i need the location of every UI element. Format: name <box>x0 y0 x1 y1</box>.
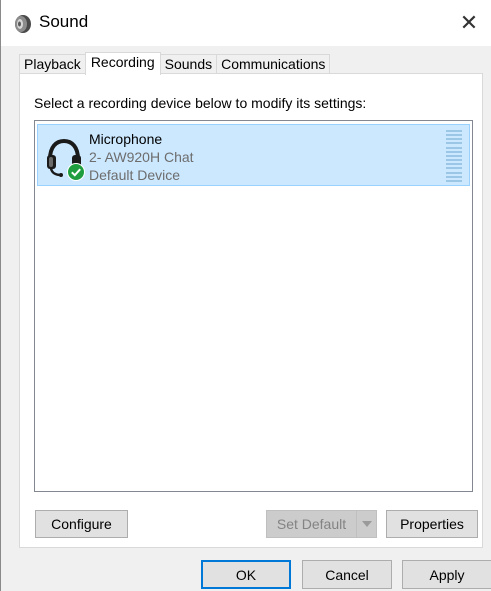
set-default-button[interactable]: Set Default <box>266 510 377 538</box>
apply-button[interactable]: Apply <box>402 560 491 589</box>
tab-playback[interactable]: Playback <box>19 54 86 74</box>
window-title: Sound <box>39 12 89 31</box>
recording-device-list[interactable]: Microphone 2- AW920H Chat Default Device <box>34 120 473 492</box>
level-meter-segment <box>446 130 462 132</box>
device-name: Microphone <box>89 131 163 147</box>
chevron-down-icon <box>361 521 372 527</box>
device-status: Default Device <box>89 167 181 183</box>
device-description: 2- AW920H Chat <box>89 149 194 165</box>
level-meter-segment <box>446 167 462 170</box>
green-check-icon <box>67 163 85 181</box>
set-default-dropdown[interactable] <box>356 511 376 537</box>
cancel-button-label: Cancel <box>325 566 369 583</box>
tab-communications[interactable]: Communications <box>216 54 331 74</box>
level-meter-segment <box>446 171 462 174</box>
level-meter-segment <box>446 138 462 141</box>
sound-dialog: Sound ✕ Playback Recording Sounds Commun… <box>0 0 491 591</box>
level-meter-segment <box>446 146 462 149</box>
configure-button[interactable]: Configure <box>35 510 128 538</box>
level-meter-segment <box>446 150 462 153</box>
apply-button-label: Apply <box>429 566 465 583</box>
close-icon: ✕ <box>459 10 479 35</box>
level-meter-segment <box>446 163 462 166</box>
title-bar[interactable]: Sound ✕ <box>1 0 491 46</box>
tab-strip: Playback Recording Sounds Communications <box>19 52 331 75</box>
tab-sounds[interactable]: Sounds <box>159 54 218 74</box>
level-meter-segment <box>446 175 462 178</box>
level-meter-segment <box>446 134 462 137</box>
close-button[interactable]: ✕ <box>446 0 491 46</box>
ok-button-label: OK <box>235 566 257 583</box>
level-meter-segment <box>446 154 462 157</box>
level-meter-segment <box>446 179 462 182</box>
tab-recording[interactable]: Recording <box>84 52 161 75</box>
level-meter-segment <box>446 159 462 162</box>
ok-button[interactable]: OK <box>201 560 291 589</box>
recording-tab-panel: Select a recording device below to modif… <box>19 73 483 548</box>
speaker-icon <box>15 15 31 33</box>
device-list-item[interactable]: Microphone 2- AW920H Chat Default Device <box>37 124 470 186</box>
properties-button-label: Properties <box>400 516 464 532</box>
properties-button[interactable]: Properties <box>386 510 478 538</box>
level-meter <box>446 130 462 182</box>
set-default-button-label: Set Default <box>276 516 347 532</box>
cancel-button[interactable]: Cancel <box>302 560 392 589</box>
configure-button-label: Configure <box>51 516 112 532</box>
instruction-text: Select a recording device below to modif… <box>34 95 367 111</box>
level-meter-segment <box>446 142 462 145</box>
